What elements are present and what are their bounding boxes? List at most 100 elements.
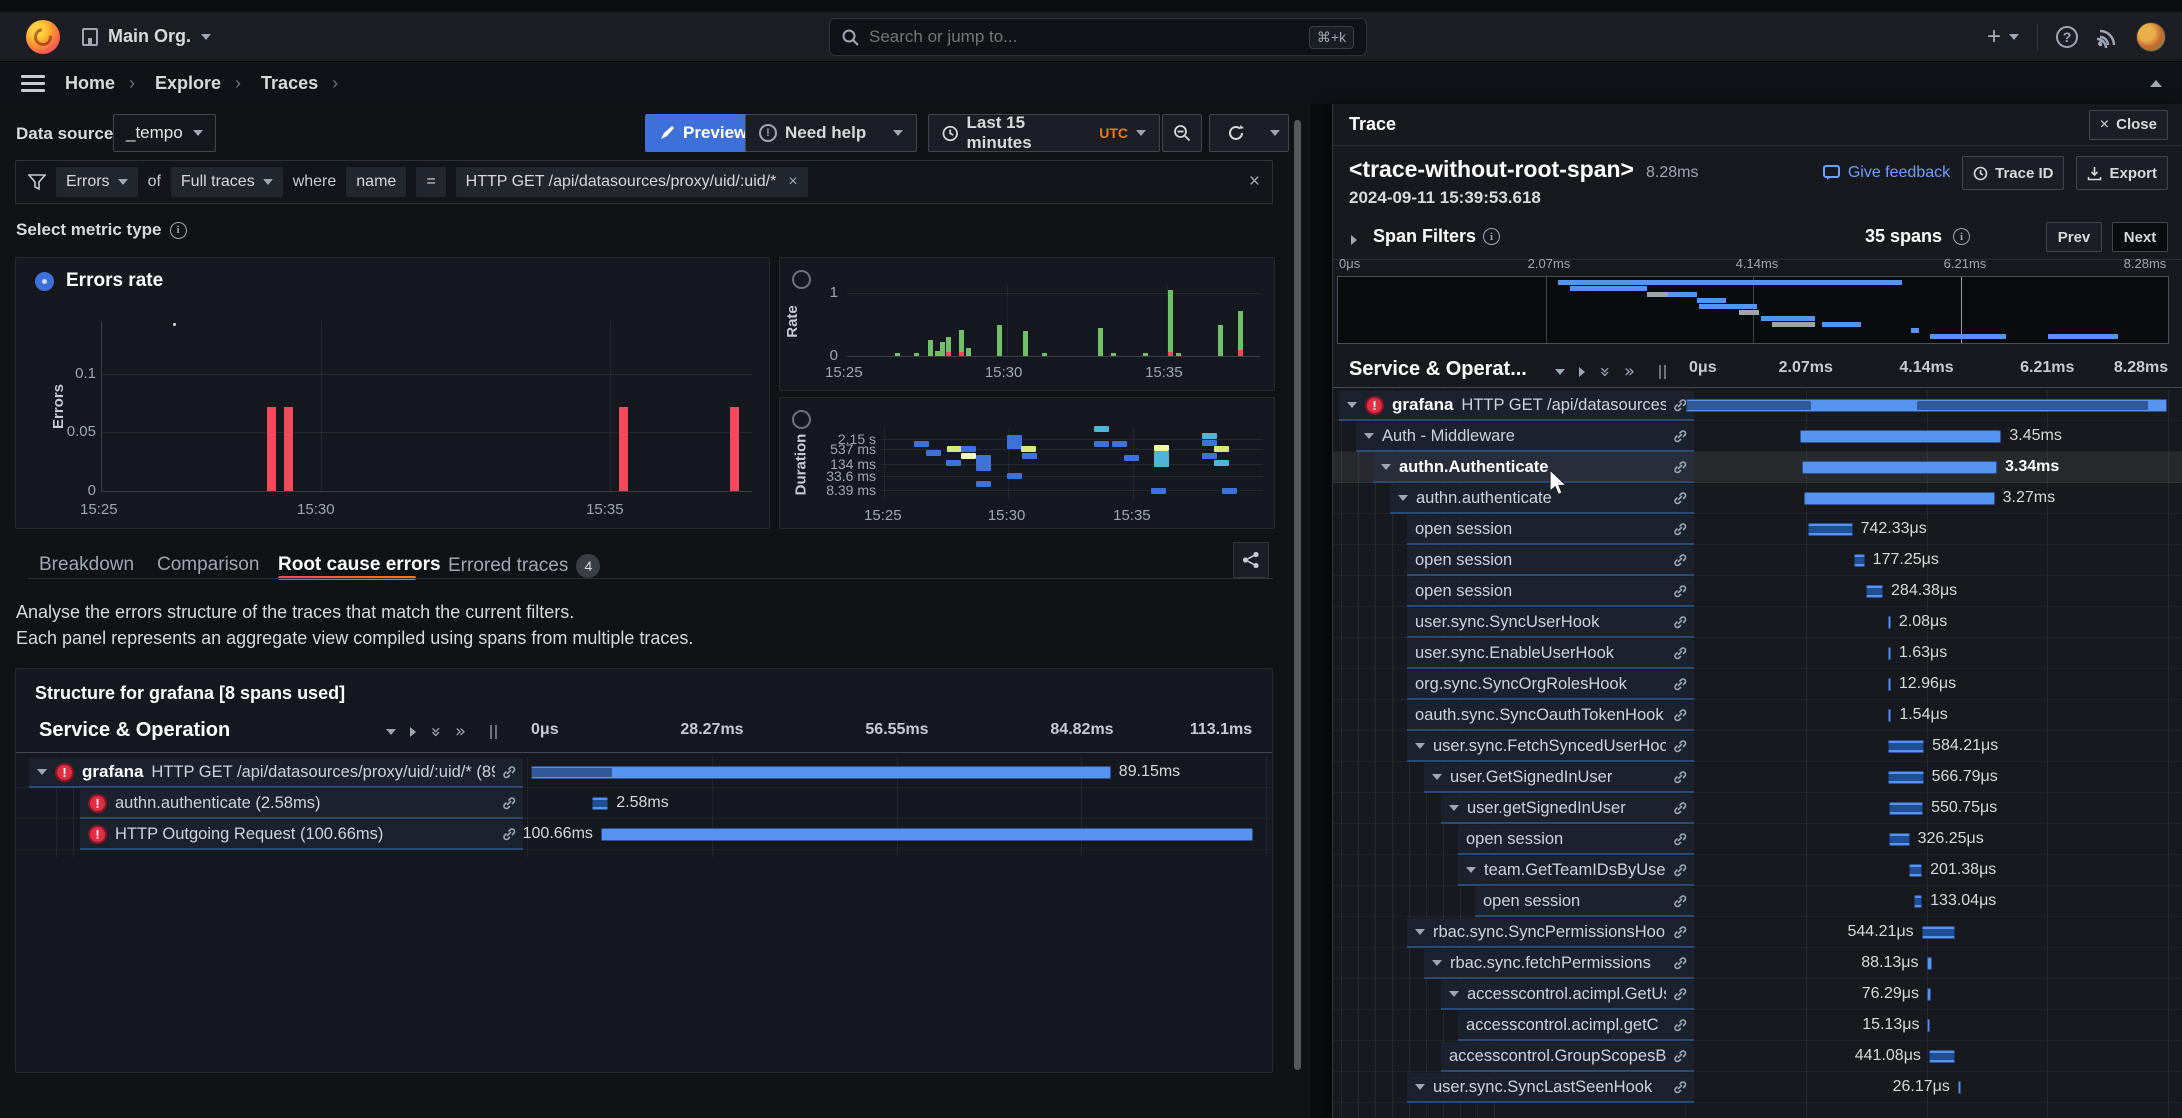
- span-row[interactable]: user.sync.FetchSyncedUserHook584.21μs: [1333, 731, 2182, 762]
- span-link-icon[interactable]: [1672, 769, 1688, 785]
- rate-bar[interactable]: [1143, 353, 1148, 356]
- span-name-cell[interactable]: team.GetTeamIDsByUser: [1458, 856, 1694, 886]
- span-row[interactable]: !HTTP Outgoing Request (100.66ms)100.66m…: [16, 819, 1272, 850]
- heatmap-cell[interactable]: [926, 450, 941, 456]
- span-duration-bar[interactable]: [1927, 1019, 1930, 1032]
- heatmap-cell[interactable]: [976, 481, 991, 487]
- span-row[interactable]: org.sync.SyncOrgRolesHook12.96μs: [1333, 669, 2182, 700]
- span-name-cell[interactable]: authn.authenticate: [1390, 484, 1694, 514]
- span-duration-bar[interactable]: [1888, 771, 1923, 784]
- span-row[interactable]: open session133.04μs: [1333, 886, 2182, 917]
- span-duration-bar[interactable]: [1686, 399, 2167, 412]
- span-name-cell[interactable]: open session: [1475, 887, 1694, 917]
- span-duration-bar[interactable]: [1854, 554, 1865, 567]
- span-name-cell[interactable]: rbac.sync.fetchPermissions: [1424, 949, 1694, 979]
- rate-bar[interactable]: [1042, 353, 1047, 356]
- trace-minimap[interactable]: [1337, 276, 2169, 344]
- span-duration-bar[interactable]: [1958, 1081, 1961, 1094]
- export-button[interactable]: Export: [2076, 156, 2168, 190]
- breadcrumb-home[interactable]: Home: [65, 73, 115, 94]
- expand-chevron-icon[interactable]: [1432, 774, 1442, 780]
- span-duration-bar[interactable]: [1929, 1050, 1956, 1063]
- span-duration-bar[interactable]: [1888, 647, 1891, 660]
- share-button[interactable]: [1233, 542, 1269, 578]
- news-rss-icon[interactable]: [2096, 26, 2118, 48]
- refresh-button[interactable]: [1209, 114, 1262, 152]
- span-row[interactable]: open session742.33μs: [1333, 514, 2182, 545]
- span-duration-bar[interactable]: [1922, 926, 1955, 939]
- filter-value-chip[interactable]: HTTP GET /api/datasources/proxy/uid/:uid…: [456, 167, 808, 197]
- heatmap-cell[interactable]: [976, 465, 991, 471]
- expand-chevron-icon[interactable]: [1415, 929, 1425, 935]
- heatmap-cell[interactable]: [1094, 426, 1109, 432]
- span-duration-bar[interactable]: [601, 828, 1253, 841]
- heatmap-cell[interactable]: [1222, 488, 1237, 494]
- span-link-icon[interactable]: [1672, 707, 1688, 723]
- span-duration-bar[interactable]: [592, 797, 608, 810]
- new-button[interactable]: +: [1987, 25, 2019, 49]
- span-link-icon[interactable]: [1672, 428, 1688, 444]
- span-row[interactable]: rbac.sync.fetchPermissions88.13μs: [1333, 948, 2182, 979]
- span-duration-bar[interactable]: [1808, 523, 1852, 536]
- span-row[interactable]: !grafanaHTTP GET /api/datasources/pr: [1333, 390, 2182, 421]
- column-resize-handle[interactable]: [490, 725, 497, 739]
- span-name-cell[interactable]: rbac.sync.SyncPermissionsHook: [1407, 918, 1694, 948]
- next-span-button[interactable]: Next: [2112, 222, 2168, 252]
- heatmap-cell[interactable]: [946, 460, 961, 466]
- heatmap-cell[interactable]: [961, 453, 976, 459]
- span-row[interactable]: user.sync.SyncLastSeenHook26.17μs: [1333, 1072, 2182, 1103]
- span-name-cell[interactable]: user.getSignedInUser: [1441, 794, 1694, 824]
- span-count-info-icon[interactable]: i: [1953, 228, 1970, 245]
- span-name-cell[interactable]: authn.Authenticate: [1373, 453, 1694, 483]
- breadcrumb-traces[interactable]: Traces: [261, 73, 318, 94]
- span-name-cell[interactable]: !HTTP Outgoing Request (100.66ms): [80, 820, 523, 850]
- span-duration-bar[interactable]: [531, 766, 1111, 779]
- collapse-one-icon[interactable]: [386, 729, 396, 735]
- rate-bar[interactable]: [928, 340, 933, 356]
- expand-chevron-icon[interactable]: [1347, 402, 1357, 408]
- heatmap-cell[interactable]: [1214, 446, 1229, 452]
- rate-bar[interactable]: [895, 353, 900, 356]
- expand-chevron-icon[interactable]: [1466, 867, 1476, 873]
- datasource-picker[interactable]: _tempo: [113, 114, 216, 152]
- expand-all-icon[interactable]: »: [455, 723, 466, 741]
- span-duration-bar[interactable]: [1888, 678, 1891, 691]
- help-icon[interactable]: ?: [2056, 26, 2078, 48]
- span-name-cell[interactable]: Auth - Middleware: [1356, 422, 1694, 452]
- span-row[interactable]: accesscontrol.acimpl.GetUs76.29μs: [1333, 979, 2182, 1010]
- span-link-icon[interactable]: [1672, 1079, 1688, 1095]
- prev-span-button[interactable]: Prev: [2046, 222, 2102, 252]
- heatmap-cell[interactable]: [1094, 441, 1109, 447]
- give-feedback-link[interactable]: Give feedback: [1823, 164, 1950, 182]
- rate-bar[interactable]: [1176, 353, 1181, 356]
- span-row[interactable]: team.GetTeamIDsByUser201.38μs: [1333, 855, 2182, 886]
- heatmap-cell[interactable]: [947, 446, 962, 452]
- span-filters-info-icon[interactable]: i: [1483, 228, 1500, 245]
- global-search[interactable]: ⌘+k: [829, 18, 1367, 56]
- span-row[interactable]: open session326.25μs: [1333, 824, 2182, 855]
- span-link-icon[interactable]: [1672, 645, 1688, 661]
- breadcrumb-explore[interactable]: Explore: [155, 73, 221, 94]
- errors-rate-chart[interactable]: Errors0.10.05015:2515:3015:35: [16, 258, 771, 530]
- span-row[interactable]: Auth - Middleware3.45ms: [1333, 421, 2182, 452]
- rate-bar[interactable]: [1168, 290, 1173, 356]
- span-row[interactable]: rbac.sync.SyncPermissionsHook544.21μs: [1333, 917, 2182, 948]
- rate-bar[interactable]: [914, 353, 919, 356]
- heatmap-cell[interactable]: [961, 446, 976, 452]
- span-link-icon[interactable]: [1672, 831, 1688, 847]
- span-link-icon[interactable]: [1672, 986, 1688, 1002]
- span-name-cell[interactable]: user.sync.FetchSyncedUserHook: [1407, 732, 1694, 762]
- span-name-cell[interactable]: accesscontrol.acimpl.GetUs: [1441, 980, 1694, 1010]
- span-link-icon[interactable]: [1672, 1048, 1688, 1064]
- filter-op-chip[interactable]: =: [416, 167, 445, 197]
- span-name-cell[interactable]: !grafanaHTTP GET /api/datasources/proxy/…: [29, 758, 523, 788]
- span-row[interactable]: !authn.authenticate (2.58ms)2.58ms: [16, 788, 1272, 819]
- span-duration-bar[interactable]: [1888, 616, 1891, 629]
- span-name-cell[interactable]: user.sync.EnableUserHook: [1407, 639, 1694, 669]
- need-help-button[interactable]: ! Need help: [745, 114, 917, 152]
- expand-chevron-icon[interactable]: [1415, 743, 1425, 749]
- heatmap-cell[interactable]: [1202, 433, 1217, 439]
- span-link-icon[interactable]: [501, 764, 517, 780]
- span-link-icon[interactable]: [1672, 614, 1688, 630]
- span-row[interactable]: !grafanaHTTP GET /api/datasources/proxy/…: [16, 757, 1272, 788]
